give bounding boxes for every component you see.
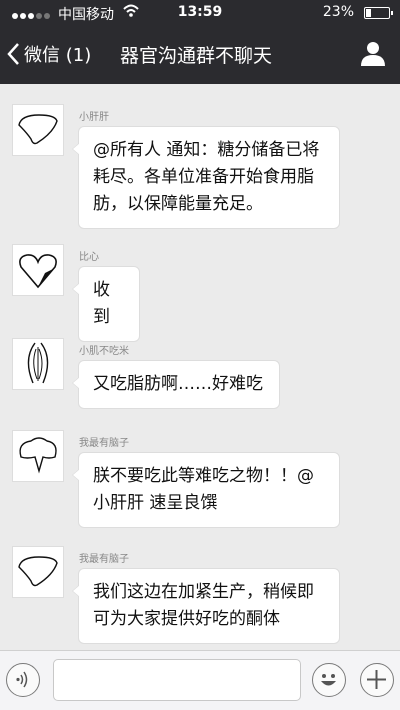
sender-name: 比心 — [79, 252, 99, 263]
message-line: 收到 — [93, 280, 110, 327]
chat-info-button[interactable] — [360, 40, 386, 70]
sender-name: 我最有脑子 — [79, 438, 129, 449]
battery-percent: 23% — [322, 4, 354, 20]
message-line: 耗尽。各单位准备开始食用脂 — [93, 167, 314, 187]
message-line: 可为大家提供好吃的酮体 — [93, 609, 280, 629]
brain-avatar-icon — [19, 437, 57, 474]
message-line: 小肝肝 速呈良馔 — [93, 493, 218, 513]
emoji-button[interactable] — [312, 663, 346, 697]
sender-avatar[interactable] — [12, 244, 64, 296]
message-input[interactable] — [53, 659, 301, 701]
person-icon — [361, 42, 385, 66]
sender-avatar[interactable] — [12, 430, 64, 482]
message-list[interactable]: 小肝肝 @所有人 通知：糖分储备已将 耗尽。各单位准备开始食用脂 肪，以保障能量… — [0, 84, 400, 650]
message-bubble[interactable]: 我们这边在加紧生产，稍候即 可为大家提供好吃的酮体 — [72, 568, 340, 644]
back-label: 微信 (1) — [24, 45, 92, 66]
liver-avatar-icon — [18, 114, 58, 145]
input-bar — [0, 650, 400, 710]
status-bar: 中国移动 13:59 23% — [0, 0, 400, 26]
more-button[interactable] — [360, 663, 394, 697]
message-bubble[interactable]: 收到 — [72, 266, 140, 342]
plus-icon — [367, 670, 386, 689]
sender-avatar[interactable] — [12, 546, 64, 598]
emoji-icon — [321, 674, 336, 686]
message-bubble[interactable]: @所有人 通知：糖分储备已将 耗尽。各单位准备开始食用脂 肪，以保障能量充足。 — [72, 126, 340, 229]
message-bubble[interactable]: 又吃脂肪啊……好难吃 — [72, 360, 280, 409]
message-line: @所有人 通知：糖分储备已将 — [93, 140, 320, 160]
sender-avatar[interactable] — [12, 104, 64, 156]
message-line: 朕不要吃此等难吃之物！！@ — [93, 466, 314, 486]
heart-avatar-icon — [19, 254, 57, 289]
sender-name: 我最有脑子 — [79, 554, 129, 565]
message-line: 又吃脂肪啊……好难吃 — [93, 374, 263, 394]
sender-name: 小肌不吃米 — [79, 346, 129, 357]
voice-button[interactable] — [6, 663, 40, 697]
message-line: 我们这边在加紧生产，稍候即 — [93, 582, 314, 602]
chat-header: 微信 (1) 器官沟通群不聊天 — [0, 26, 400, 84]
battery-fill — [366, 9, 372, 17]
sender-avatar[interactable] — [12, 338, 64, 390]
back-button[interactable]: 微信 (1) — [6, 39, 91, 69]
message-line: 肪，以保障能量充足。 — [93, 194, 263, 214]
sender-name: 小肝肝 — [79, 112, 109, 123]
battery-icon — [364, 7, 393, 19]
liver-avatar-icon — [18, 556, 58, 587]
message-bubble[interactable]: 朕不要吃此等难吃之物！！@ 小肝肝 速呈良馔 — [72, 452, 340, 528]
muscle-avatar-icon — [27, 342, 49, 384]
voice-icon — [16, 671, 28, 688]
chevron-left-icon — [7, 43, 19, 65]
chat-title: 器官沟通群不聊天 — [120, 45, 273, 67]
